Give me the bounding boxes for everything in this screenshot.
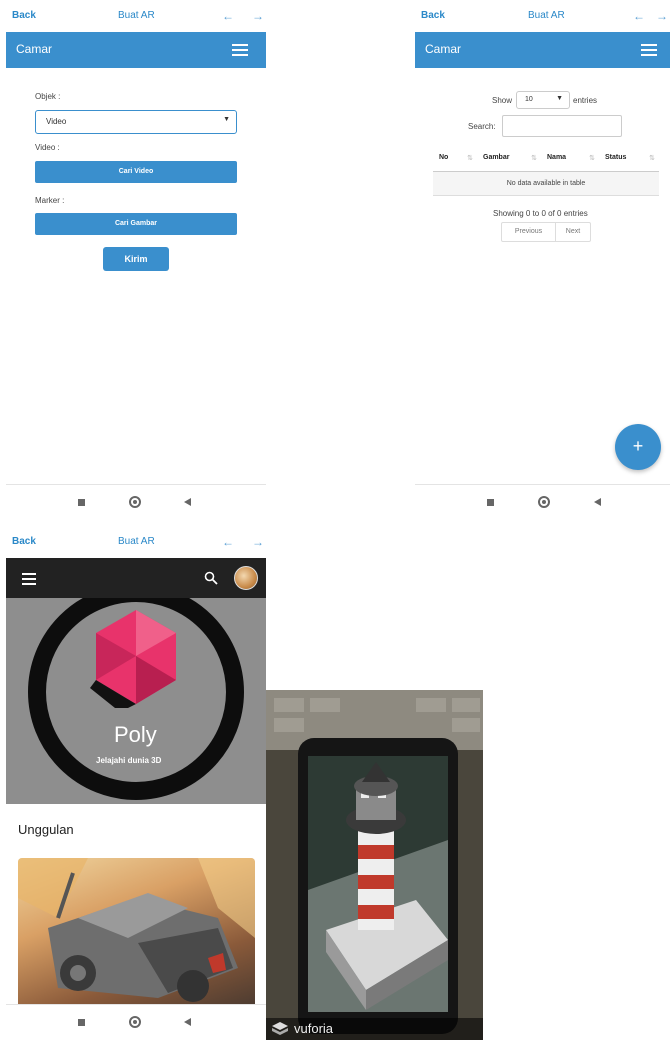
marker-label: Marker :	[35, 196, 65, 205]
vuforia-logo-icon	[272, 1022, 288, 1035]
back-link[interactable]: Back	[421, 10, 445, 21]
featured-card[interactable]	[18, 858, 255, 1008]
empty-message: No data available in table	[433, 171, 659, 196]
entries-label: entries	[573, 96, 598, 105]
back-link[interactable]: Back	[12, 10, 36, 21]
vehicle-model-image	[18, 858, 255, 1002]
vuforia-bar: vuforia	[266, 1018, 483, 1040]
recents-icon[interactable]	[78, 499, 85, 506]
column-header[interactable]: No ⇅	[433, 145, 477, 172]
system-nav-bar	[415, 484, 670, 520]
nav-title: Buat AR	[118, 536, 155, 547]
chevron-down-icon: ▼	[556, 95, 563, 102]
left-arrow-icon[interactable]: ←	[633, 9, 645, 23]
app-title: Camar	[425, 42, 462, 56]
poly-hero: Poly Jelajahi dunia 3D	[6, 598, 266, 804]
objek-value: Video	[46, 117, 67, 126]
back-icon[interactable]	[594, 498, 601, 506]
add-icon: +	[632, 436, 644, 456]
search-input[interactable]	[502, 115, 622, 137]
nav-title: Buat AR	[118, 10, 155, 21]
recents-icon[interactable]	[78, 1019, 85, 1026]
right-arrow-icon[interactable]: →	[252, 9, 264, 23]
system-nav-bar	[6, 1004, 266, 1040]
back-link[interactable]: Back	[12, 536, 36, 547]
show-label: Show	[492, 96, 513, 105]
home-icon[interactable]	[538, 496, 550, 508]
menu-icon[interactable]	[232, 44, 248, 56]
app-bar: Camar	[415, 32, 670, 68]
search-icon[interactable]	[204, 571, 218, 585]
column-header[interactable]: Status ⇅	[599, 145, 659, 172]
cari-gambar-button[interactable]: Cari Gambar	[35, 213, 237, 235]
cari-video-button[interactable]: Cari Video	[35, 161, 237, 183]
vuforia-brand: vuforia	[294, 1021, 334, 1036]
menu-icon[interactable]	[641, 44, 657, 56]
home-icon[interactable]	[129, 1016, 141, 1028]
top-nav: Back Buat AR ← →	[12, 526, 266, 556]
objek-label: Objek :	[35, 92, 61, 101]
right-arrow-icon[interactable]: →	[656, 9, 668, 23]
video-label: Video :	[35, 143, 60, 152]
poly-logo-icon	[90, 610, 176, 708]
column-header[interactable]: Gambar ⇅	[477, 145, 541, 172]
sort-icon: ⇅	[649, 154, 655, 162]
entries-value: 10	[525, 96, 533, 103]
system-nav-bar	[6, 484, 266, 520]
table-info: Showing 0 to 0 of 0 entries	[493, 209, 588, 218]
recents-icon[interactable]	[487, 499, 494, 506]
app-title: Camar	[16, 42, 53, 56]
sort-icon: ⇅	[467, 154, 473, 162]
back-icon[interactable]	[184, 1018, 191, 1026]
right-arrow-icon[interactable]: →	[252, 535, 264, 549]
data-table: No ⇅ Gambar ⇅ Nama ⇅ Status ⇅ No data availa…	[433, 145, 659, 196]
menu-icon[interactable]	[22, 573, 36, 585]
table-header-row: No ⇅ Gambar ⇅ Nama ⇅ Status ⇅	[433, 145, 659, 172]
pagination: Previous Next	[501, 222, 591, 242]
poly-toolbar	[6, 558, 266, 598]
left-arrow-icon[interactable]: ←	[222, 535, 234, 549]
objek-select[interactable]: Video ▼	[35, 110, 237, 134]
top-nav: Back Buat AR ← →	[421, 0, 670, 30]
poly-tagline: Jelajahi dunia 3D	[96, 756, 162, 765]
search-label: Search:	[468, 122, 496, 131]
nav-title: Buat AR	[528, 10, 565, 21]
column-header[interactable]: Nama ⇅	[541, 145, 599, 172]
screen-ar-camera: vuforia	[266, 690, 483, 1040]
screen-ar-list: Back Buat AR ← → Camar Show 10 ▼ entries…	[415, 0, 670, 520]
chevron-down-icon: ▼	[223, 116, 230, 123]
poly-app-name: Poly	[114, 722, 157, 747]
add-button[interactable]: +	[615, 424, 661, 470]
previous-button[interactable]: Previous	[502, 223, 556, 241]
app-bar: Camar	[6, 32, 266, 68]
sort-icon: ⇅	[589, 154, 595, 162]
sort-icon: ⇅	[531, 154, 537, 162]
screen-create-ar: Back Buat AR ← → Camar Objek : Video ▼ V…	[6, 0, 266, 520]
top-nav: Back Buat AR ← →	[12, 0, 266, 30]
avatar[interactable]	[234, 566, 258, 590]
section-title: Unggulan	[18, 822, 74, 837]
screen-poly: Back Buat AR ← → Poly Jelajahi dunia 3D …	[6, 526, 266, 1040]
table-row: No data available in table	[433, 171, 659, 196]
camera-feed-image	[266, 690, 483, 1040]
kirim-button[interactable]: Kirim	[103, 247, 169, 271]
home-icon[interactable]	[129, 496, 141, 508]
entries-select[interactable]: 10 ▼	[516, 91, 570, 109]
next-button[interactable]: Next	[556, 223, 590, 241]
left-arrow-icon[interactable]: ←	[222, 9, 234, 23]
back-icon[interactable]	[184, 498, 191, 506]
